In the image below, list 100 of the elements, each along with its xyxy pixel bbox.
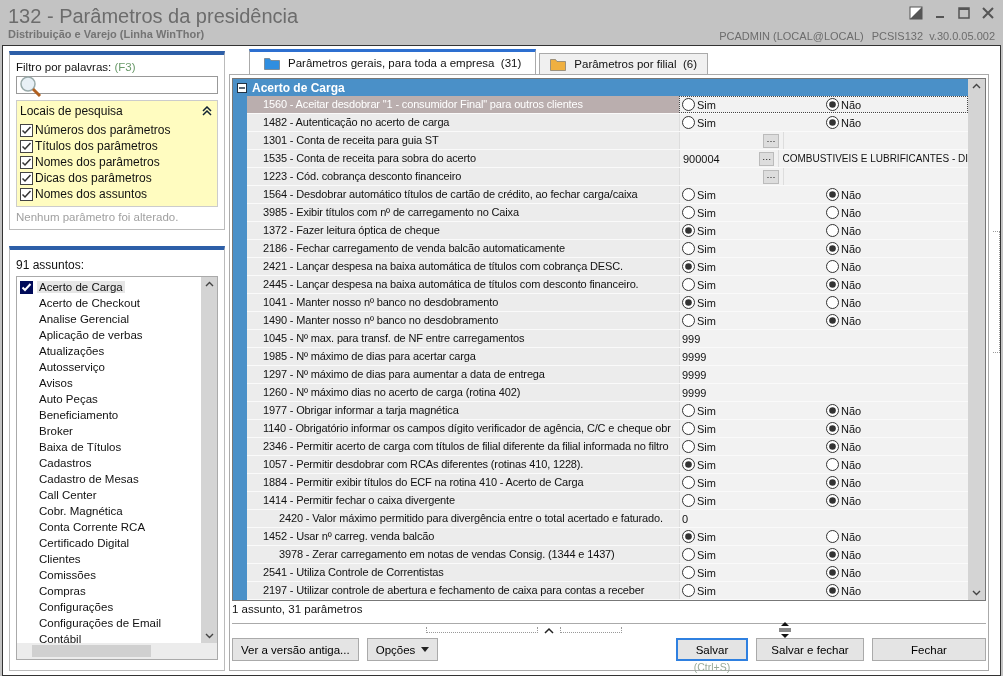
subject-item[interactable]: Conta Corrente RCA [37, 521, 148, 533]
subject-item[interactable]: Atualizações [37, 345, 107, 357]
subject-item[interactable]: Cadastros [37, 457, 94, 469]
radio-button[interactable] [682, 440, 695, 453]
radio-button[interactable] [682, 530, 695, 543]
radio-button[interactable] [682, 314, 695, 327]
radio-button[interactable] [826, 278, 839, 291]
radio-button[interactable] [682, 188, 695, 201]
browse-button[interactable]: ··· [759, 151, 775, 166]
parameter-name[interactable]: 1535 - Conta de receita para sobra do acerto [247, 150, 679, 167]
value-field[interactable]: 9999 [680, 368, 707, 381]
checkbox[interactable] [20, 139, 33, 153]
subject-item[interactable]: Cobr. Magnética [37, 505, 125, 517]
collapse-icon[interactable] [202, 106, 212, 116]
radio-button[interactable] [682, 206, 695, 219]
subject-item[interactable]: Call Center [37, 489, 99, 501]
collapse-icon[interactable] [237, 82, 247, 93]
scroll-down-icon[interactable] [972, 590, 981, 596]
parameter-name[interactable]: 2346 - Permitir acerto de carga com títulos de filial diferente da filial informada no filtro [247, 438, 679, 455]
radio-button[interactable] [682, 242, 695, 255]
window-theme-icon[interactable] [909, 6, 923, 20]
subject-item[interactable]: Avisos [37, 377, 75, 389]
radio-button[interactable] [826, 548, 839, 561]
subject-item[interactable]: Contábil [37, 633, 84, 643]
radio-button[interactable] [682, 584, 695, 597]
parameter-name[interactable]: 2197 - Utilizar controle de abertura e fechamento de caixa para contas a receber [247, 582, 679, 599]
radio-button[interactable] [682, 494, 695, 507]
parameter-name[interactable]: 1057 - Permitir desdobrar com RCAs diferentes (rotinas 410, 1228). [247, 456, 679, 473]
parameter-name[interactable]: 2541 - Utiliza Controle de Correntistas [247, 564, 679, 581]
value-field[interactable]: 0 [680, 512, 689, 525]
subject-item[interactable]: Auto Peças [37, 393, 100, 405]
browse-button[interactable]: ··· [763, 169, 779, 184]
parameter-name[interactable]: 1482 - Autenticação no acerto de carga [247, 114, 679, 131]
checkbox[interactable] [20, 171, 33, 185]
radio-button[interactable] [826, 314, 839, 327]
parameter-name[interactable]: 1490 - Manter nosso nº banco no desdobramento [247, 312, 679, 329]
tab[interactable]: Parâmetros por filial (6) [539, 53, 709, 74]
scroll-up-icon[interactable] [204, 281, 214, 287]
value-field[interactable]: 999 [680, 332, 701, 345]
radio-button[interactable] [682, 404, 695, 417]
checkbox[interactable] [20, 280, 33, 294]
radio-button[interactable] [826, 260, 839, 273]
splitter-handle[interactable] [560, 627, 622, 633]
radio-button[interactable] [826, 440, 839, 453]
radio-button[interactable] [682, 548, 695, 561]
checkbox[interactable] [20, 155, 33, 169]
radio-button[interactable] [826, 584, 839, 597]
radio-button[interactable] [826, 224, 839, 237]
radio-button[interactable] [826, 116, 839, 129]
search-field[interactable] [16, 76, 218, 94]
subject-item[interactable]: Clientes [37, 553, 83, 565]
radio-button[interactable] [682, 98, 695, 111]
tab[interactable]: Parâmetros gerais, para toda a empresa (31) [249, 49, 537, 74]
browse-button[interactable]: ··· [763, 133, 779, 148]
subject-item[interactable]: Acerto de Carga [37, 281, 125, 293]
scrollbar[interactable] [968, 79, 985, 600]
radio-button[interactable] [826, 566, 839, 579]
parameter-name[interactable]: 1297 - Nº máximo de dias para aumentar a data de entrega [247, 366, 679, 383]
parameter-name[interactable]: 1301 - Conta de receita para guia ST [247, 132, 679, 149]
parameter-name[interactable]: 1452 - Usar nº carreg. venda balcão [247, 528, 679, 545]
radio-button[interactable] [826, 530, 839, 543]
action-button[interactable]: Salvar e fechar [756, 638, 864, 661]
value-field[interactable]: 9999 [680, 350, 707, 363]
parameter-name[interactable]: 1041 - Manter nosso nº banco no desdobramento [247, 294, 679, 311]
scroll-down-icon[interactable] [204, 633, 214, 639]
subject-item[interactable]: Beneficiamento [37, 409, 121, 421]
maximize-icon[interactable] [957, 6, 971, 20]
subject-item[interactable]: Cadastro de Mesas [37, 473, 141, 485]
radio-button[interactable] [682, 422, 695, 435]
parameter-name[interactable]: 2420 - Valor máximo permitido para divergência entre o total acertado e faturado. [247, 510, 679, 527]
action-button[interactable]: Fechar [872, 638, 986, 661]
close-icon[interactable] [981, 6, 995, 20]
radio-button[interactable] [826, 242, 839, 255]
parameter-name[interactable]: 1985 - Nº máximo de dias para acertar carga [247, 348, 679, 365]
parameter-name[interactable]: 2421 - Lançar despesa na baixa automática de títulos com cobrança DESC. [247, 258, 679, 275]
radio-button[interactable] [682, 260, 695, 273]
subject-item[interactable]: Baixa de Títulos [37, 441, 124, 453]
caret-up-icon[interactable] [544, 626, 554, 634]
radio-button[interactable] [826, 476, 839, 489]
parameter-name[interactable]: 1260 - Nº máximo dias no acerto de carga (rotina 402) [247, 384, 679, 401]
subject-item[interactable]: Compras [37, 585, 88, 597]
subject-item[interactable]: Analise Gerencial [37, 313, 132, 325]
radio-button[interactable] [826, 422, 839, 435]
radio-button[interactable] [682, 476, 695, 489]
scrollbar[interactable] [201, 277, 217, 643]
splitter-handle[interactable] [426, 627, 538, 633]
radio-button[interactable] [682, 278, 695, 291]
code-field[interactable]: 900004 [680, 152, 760, 165]
radio-button[interactable] [682, 296, 695, 309]
subject-item[interactable]: Acerto de Checkout [37, 297, 142, 309]
radio-button[interactable] [682, 224, 695, 237]
splitter-handle[interactable] [993, 231, 1000, 353]
subject-item[interactable]: Autosserviço [37, 361, 107, 373]
radio-button[interactable] [682, 566, 695, 579]
subject-item[interactable]: Certificado Digital [37, 537, 132, 549]
parameter-name[interactable]: 3985 - Exibir títulos com nº de carregamento no Caixa [247, 204, 679, 221]
radio-button[interactable] [826, 494, 839, 507]
parameter-name[interactable]: 1140 - Obrigatório informar os campos dígito verificador de agência, C/C e cheque obr [247, 420, 679, 437]
parameter-name[interactable]: 1414 - Permitir fechar o caixa divergente [247, 492, 679, 509]
parameter-name[interactable]: 2186 - Fechar carregamento de venda balcão automaticamente [247, 240, 679, 257]
